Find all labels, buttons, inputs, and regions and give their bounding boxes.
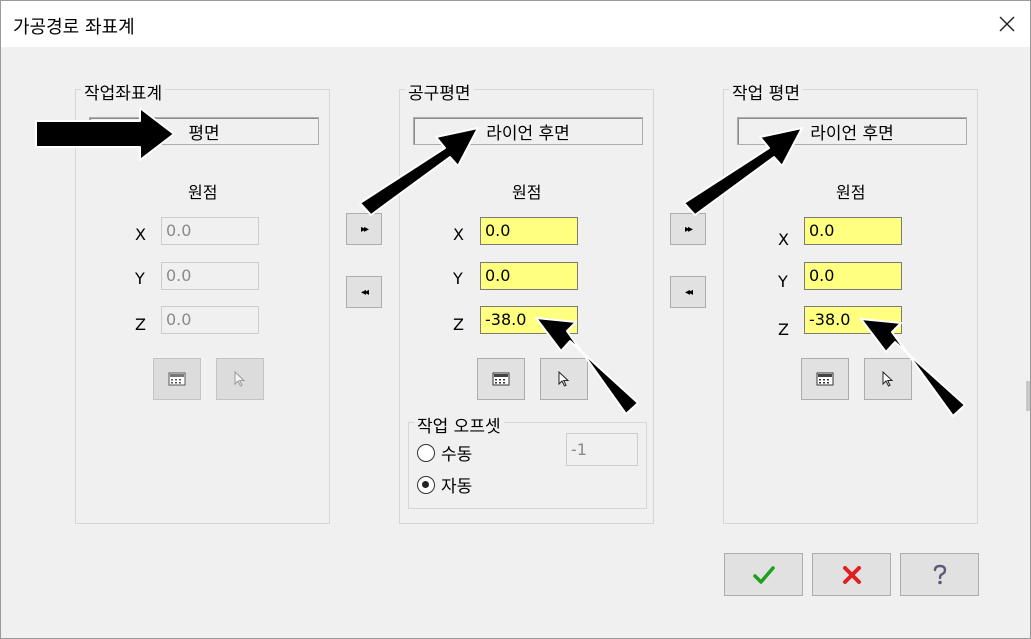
tool-z-label: Z [453, 315, 464, 334]
offset-auto-radio[interactable] [417, 475, 435, 494]
tool-y-field[interactable]: 0.0 [480, 262, 578, 290]
work-coordinate-title: 작업좌표계 [81, 79, 166, 104]
plane-y-field[interactable]: 0.0 [804, 262, 902, 290]
work-offset-title: 작업 오프셋 [414, 412, 504, 437]
calculator-icon [492, 372, 510, 386]
calculator-icon [816, 372, 834, 386]
plane-z-field[interactable]: -38.0 [804, 306, 902, 334]
plane-calculator-button[interactable] [801, 358, 849, 400]
tool-x-field[interactable]: 0.0 [480, 217, 578, 245]
work-coordinate-origin-label: 원점 [188, 183, 218, 202]
close-icon [999, 16, 1015, 32]
tool-select-button[interactable] [540, 358, 588, 400]
work-plane-title: 작업 평면 [729, 79, 803, 104]
work-select-button[interactable] [216, 358, 264, 400]
offset-auto-label: 자동 [441, 477, 473, 497]
plane-x-label: X [778, 230, 789, 249]
close-button[interactable] [984, 1, 1030, 47]
work-calculator-button[interactable] [153, 358, 201, 400]
work-z-label: Z [135, 315, 146, 334]
copy-back-button-1[interactable]: ◂◂ [346, 276, 382, 308]
tool-y-label: Y [453, 269, 463, 288]
title-bar: 가공경로 좌표계 [1, 1, 1030, 47]
help-button[interactable] [900, 553, 979, 596]
tool-z-field[interactable]: -38.0 [480, 306, 578, 334]
work-plane-origin-label: 원점 [836, 183, 866, 202]
work-x-field[interactable]: 0.0 [161, 217, 259, 245]
offset-manual-label: 수동 [441, 445, 473, 465]
offset-auto-option[interactable]: 자동 [417, 472, 472, 497]
offset-value-field[interactable]: -1 [566, 433, 638, 466]
plane-z-label: Z [778, 320, 789, 339]
work-plane-display: 라이언 후면 [737, 117, 967, 145]
copy-forward-button-1[interactable]: ▸▸ [346, 213, 382, 245]
copy-forward-button-2[interactable]: ▸▸ [670, 213, 706, 245]
dialog-window: 가공경로 좌표계 작업좌표계 평면 원점 X 0.0 Y 0.0 Z 0.0 ▸… [0, 0, 1031, 639]
tool-plane-origin-label: 원점 [512, 183, 542, 202]
plane-x-field[interactable]: 0.0 [804, 217, 902, 245]
work-coordinate-plane-display: 평면 [89, 117, 319, 145]
tool-plane-name: 라이언 후면 [486, 123, 570, 144]
help-icon [933, 564, 946, 584]
offset-manual-radio[interactable] [417, 443, 435, 462]
work-y-label: Y [135, 269, 145, 288]
tool-plane-display: 라이언 후면 [413, 117, 643, 145]
edge-marker [1026, 381, 1030, 411]
work-coordinate-plane-name: 평면 [188, 123, 220, 144]
tool-calculator-button[interactable] [477, 358, 525, 400]
copy-back-button-2[interactable]: ◂◂ [670, 276, 706, 308]
ok-button[interactable] [724, 553, 803, 596]
checkmark-icon [752, 565, 775, 584]
work-y-field[interactable]: 0.0 [161, 262, 259, 290]
tool-plane-title: 공구평면 [405, 79, 474, 104]
cancel-button[interactable] [812, 553, 891, 596]
offset-manual-option[interactable]: 수동 [417, 440, 472, 465]
cancel-x-icon [842, 565, 861, 584]
tool-x-label: X [453, 225, 464, 244]
window-title: 가공경로 좌표계 [13, 17, 135, 38]
cursor-select-icon [234, 371, 246, 387]
plane-select-button[interactable] [864, 358, 912, 400]
cursor-select-icon [882, 371, 894, 387]
plane-y-label: Y [778, 272, 788, 291]
calculator-icon [168, 372, 186, 386]
work-plane-name: 라이언 후면 [810, 123, 894, 144]
work-z-field[interactable]: 0.0 [161, 306, 259, 334]
cursor-select-icon [558, 371, 570, 387]
work-x-label: X [135, 225, 146, 244]
